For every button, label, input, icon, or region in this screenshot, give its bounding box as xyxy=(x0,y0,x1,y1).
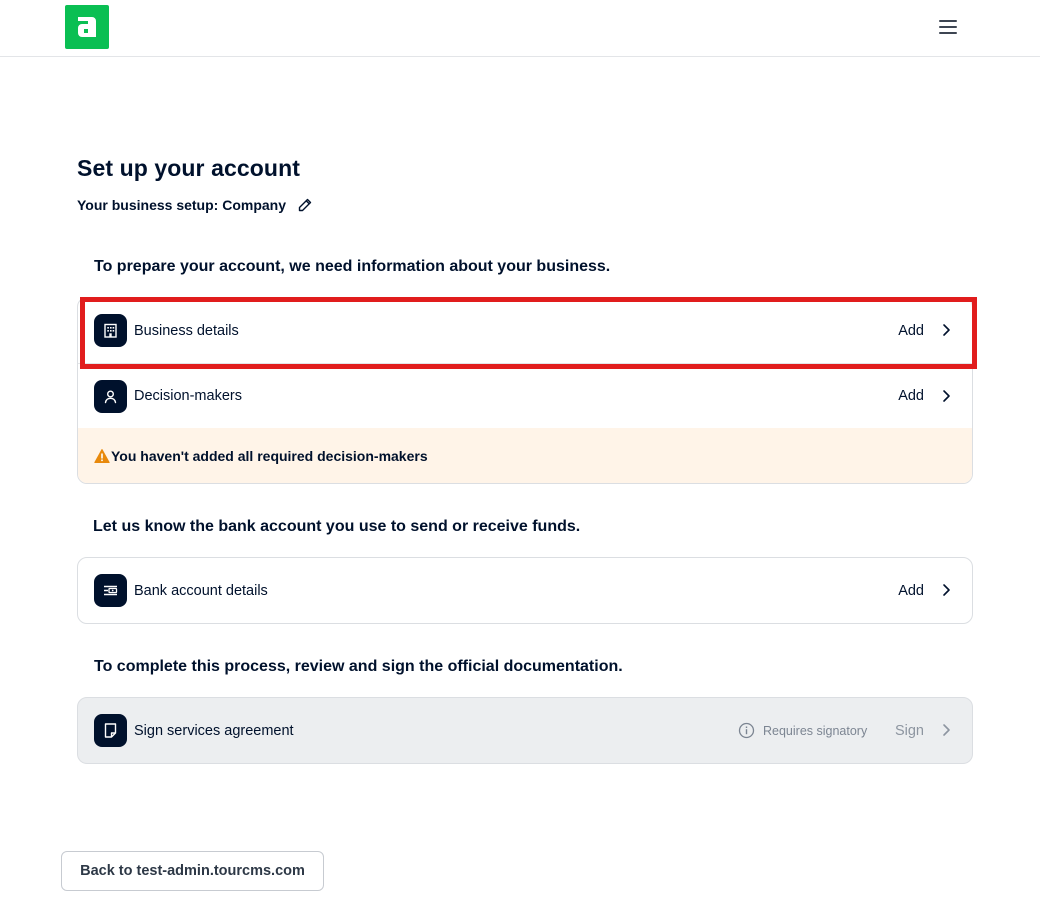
bank-section-heading: Let us know the bank account you use to … xyxy=(93,518,581,535)
document-icon xyxy=(94,714,127,747)
bank-account-add-button[interactable]: Add xyxy=(898,583,924,599)
business-details-label: Business details xyxy=(134,322,239,339)
business-section-heading: To prepare your account, we need informa… xyxy=(94,258,611,275)
decision-makers-warning: You haven't added all required decision-… xyxy=(78,428,972,483)
bank-account-label: Bank account details xyxy=(134,582,268,599)
top-bar xyxy=(0,0,1040,57)
requires-signatory-text: Requires signatory xyxy=(763,723,868,738)
chevron-right-icon[interactable] xyxy=(938,322,954,338)
decision-makers-label: Decision-makers xyxy=(134,388,242,404)
chevron-right-icon[interactable] xyxy=(938,388,954,404)
chevron-right-icon xyxy=(943,724,950,736)
adyen-logo[interactable] xyxy=(65,5,109,49)
page-title: Set up your account xyxy=(77,155,300,181)
decision-makers-row[interactable]: Decision-makers Add xyxy=(78,363,972,428)
pencil-icon[interactable] xyxy=(297,197,313,213)
documents-card: Sign services agreement Requires signato… xyxy=(77,697,973,764)
sign-button: Sign xyxy=(894,722,924,739)
hamburger-menu-icon[interactable] xyxy=(934,14,962,40)
info-icon xyxy=(738,722,755,739)
bank-card: Bank account details Add xyxy=(77,557,973,624)
back-to-site-button[interactable]: Back to test-admin.tourcms.com xyxy=(61,851,324,891)
requires-signatory-note: Requires signatory xyxy=(738,722,867,739)
business-setup-line: Your business setup: Company xyxy=(77,197,313,213)
chevron-right-icon[interactable] xyxy=(938,582,954,598)
warning-text: You haven't added all required decision-… xyxy=(111,447,428,464)
warning-icon xyxy=(94,448,110,463)
bank-card-icon xyxy=(94,574,127,607)
sign-agreement-row: Sign services agreement Requires signato… xyxy=(78,698,972,763)
business-setup-text: Your business setup: Company xyxy=(77,197,286,213)
logo-icon xyxy=(78,17,96,37)
business-card: Business details Add Decision-makers Add… xyxy=(77,297,973,484)
business-details-add-button[interactable]: Add xyxy=(898,323,924,339)
user-icon xyxy=(94,380,127,413)
business-details-row[interactable]: Business details Add xyxy=(78,298,972,363)
documents-section-heading: To complete this process, review and sig… xyxy=(94,658,623,675)
bank-account-row[interactable]: Bank account details Add xyxy=(78,558,972,623)
building-icon xyxy=(94,314,127,347)
decision-makers-add-button[interactable]: Add xyxy=(898,388,924,404)
sign-agreement-label: Sign services agreement xyxy=(134,722,294,739)
